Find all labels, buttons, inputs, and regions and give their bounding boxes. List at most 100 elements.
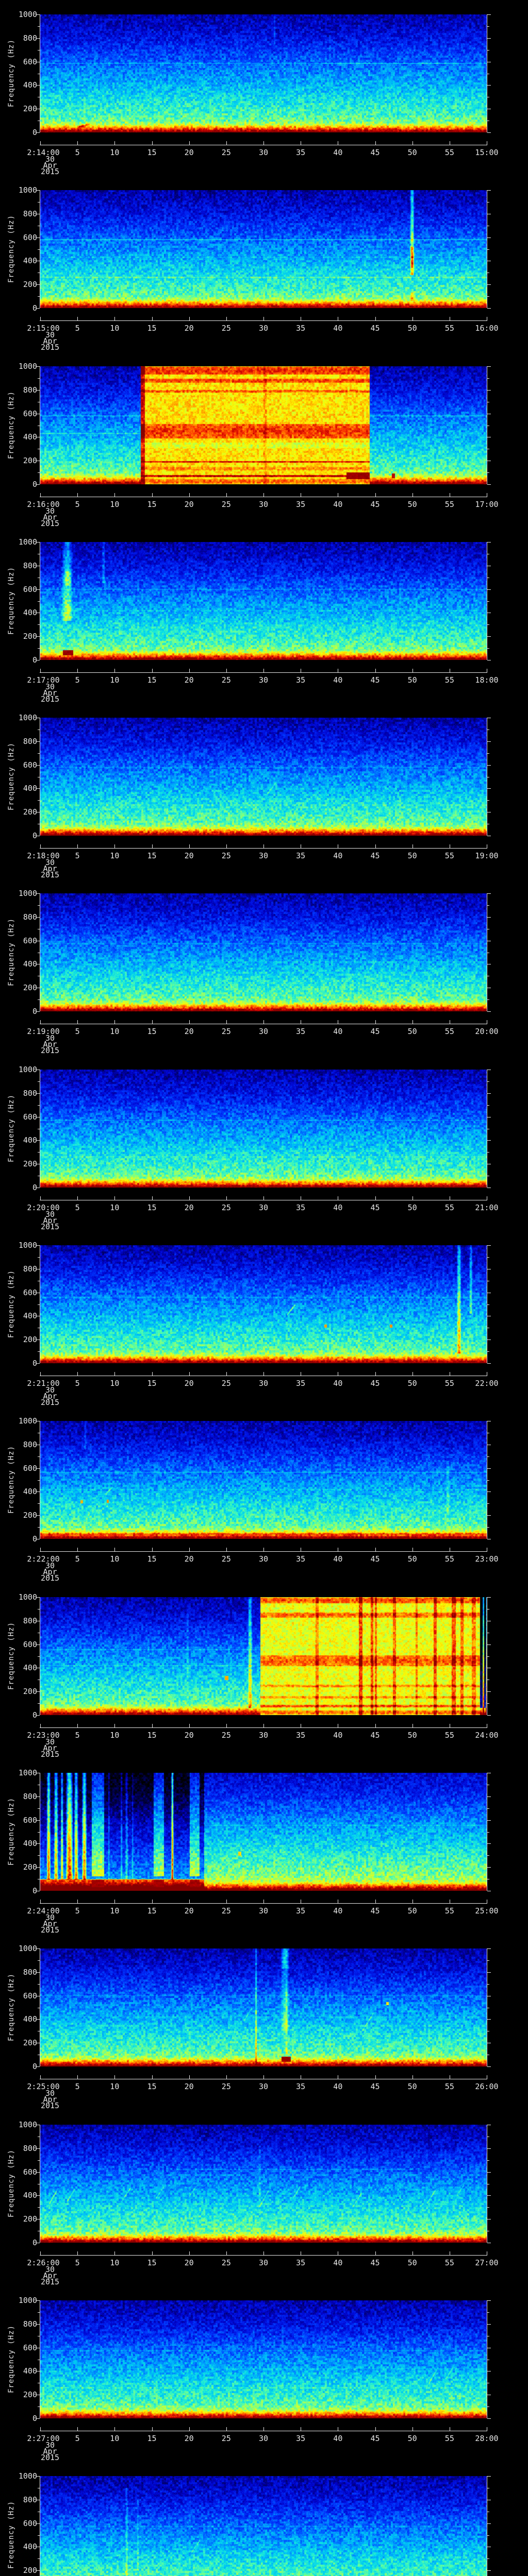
start-date-line: 2015 (19, 1224, 81, 1230)
x-tick (152, 1196, 153, 1200)
start-date-line: 2015 (19, 872, 81, 878)
x-tick (226, 2251, 227, 2255)
y-tick-label: 400 (0, 433, 37, 441)
y-tick (36, 38, 40, 39)
x-tick-label: 35 (296, 1731, 305, 1740)
y-tick-label: 400 (0, 2367, 37, 2375)
x-tick-label: 45 (370, 148, 380, 157)
y-tick (487, 1691, 491, 1692)
x-tick-label: 15 (147, 1203, 156, 1212)
spectrogram-panel-2:19:00: Frequency (Hz) 2:19:00 20:00 02004006008… (0, 879, 528, 1055)
y-tick (487, 2300, 491, 2301)
y-tick (36, 893, 40, 894)
x-tick (152, 2075, 153, 2079)
y-tick (487, 636, 491, 637)
y-axis-title: Frequency (Hz) (7, 2149, 15, 2217)
x-tick-label: 55 (445, 1027, 454, 1036)
x-tick (375, 669, 376, 672)
x-tick-label: 30 (259, 1379, 268, 1388)
x-tick-label: 45 (370, 2082, 380, 2091)
y-tick-label: 600 (0, 1816, 37, 1824)
y-tick-label: 1000 (0, 889, 37, 897)
y-tick-label: 1000 (0, 714, 37, 722)
y-tick (487, 2066, 491, 2067)
x-tick (226, 317, 227, 320)
y-tick (487, 1527, 489, 1528)
x-tick (114, 669, 115, 672)
x-tick-label: 10 (110, 2082, 119, 2091)
x-tick (263, 669, 264, 672)
x-tick (40, 1372, 41, 1376)
y-tick (38, 1304, 40, 1305)
x-tick-label: 30 (259, 148, 268, 157)
spectrogram-heatmap (40, 2125, 487, 2243)
x-tick (412, 844, 413, 848)
x-tick (189, 1020, 190, 1024)
y-tick-label: 800 (0, 2144, 37, 2153)
y-axis-title: Frequency (Hz) (7, 39, 15, 107)
x-axis-end-time-label: 18:00 (475, 675, 498, 685)
x-tick-label: 35 (296, 2434, 305, 2443)
y-tick (487, 753, 489, 754)
x-tick (412, 317, 413, 320)
x-tick-label: 40 (333, 500, 342, 509)
y-tick (36, 1972, 40, 1973)
y-tick (487, 1468, 491, 1469)
x-tick (412, 1020, 413, 1024)
x-tick-label: 20 (185, 1906, 194, 1916)
y-tick (487, 1843, 491, 1844)
y-tick (487, 1984, 489, 1985)
x-tick (40, 317, 41, 320)
y-tick-label: 400 (0, 1312, 37, 1320)
y-tick (487, 2523, 491, 2524)
x-tick-label: 30 (259, 1203, 268, 1212)
y-tick (487, 2195, 491, 2196)
x-tick (375, 1724, 376, 1727)
y-tick (38, 2312, 40, 2313)
y-tick (38, 1351, 40, 1352)
y-tick (487, 85, 491, 86)
x-axis-line (40, 320, 487, 321)
y-tick-label: 600 (0, 1992, 37, 2000)
x-tick-label: 40 (333, 2258, 342, 2267)
y-tick (487, 1972, 491, 1973)
y-tick (487, 190, 491, 191)
x-tick-label: 55 (445, 1203, 454, 1212)
x-tick (40, 2427, 41, 2431)
x-tick (412, 2251, 413, 2255)
y-tick (36, 1011, 40, 1012)
x-tick-label: 20 (185, 2434, 194, 2443)
x-tick-label: 35 (296, 148, 305, 157)
y-tick (487, 788, 491, 789)
y-tick (487, 765, 491, 766)
x-tick (375, 2251, 376, 2255)
y-tick-label: 1000 (0, 1944, 37, 1953)
y-tick-label: 800 (0, 737, 37, 745)
x-tick (375, 2075, 376, 2079)
x-tick (226, 1548, 227, 1551)
x-tick (189, 2251, 190, 2255)
x-tick-label: 25 (222, 1203, 231, 1212)
y-tick-label: 0 (0, 1711, 37, 1719)
x-tick-label: 45 (370, 1554, 380, 1564)
x-tick (375, 141, 376, 145)
y-tick (36, 1245, 40, 1246)
x-tick-label: 10 (110, 500, 119, 509)
y-tick (487, 26, 489, 27)
x-tick (263, 1196, 264, 1200)
y-tick (38, 753, 40, 754)
spectrogram-panel-2:26:00: Frequency (Hz) 2:26:00 27:00 02004006008… (0, 2110, 528, 2286)
spectrogram-panel-2:23:00: Frequency (Hz) 2:23:00 24:00 02004006008… (0, 1583, 528, 1758)
y-tick (487, 14, 491, 15)
x-tick (152, 493, 153, 497)
x-tick (226, 1372, 227, 1376)
y-axis-title: Frequency (Hz) (7, 391, 15, 459)
x-tick (152, 669, 153, 672)
x-tick-label: 30 (259, 851, 268, 860)
x-tick-label: 35 (296, 1203, 305, 1212)
x-axis-end-time-label: 23:00 (475, 1554, 498, 1564)
x-tick (152, 1724, 153, 1727)
x-tick (412, 1196, 413, 1200)
y-tick (38, 1456, 40, 1457)
x-tick-label: 15 (147, 1554, 156, 1564)
